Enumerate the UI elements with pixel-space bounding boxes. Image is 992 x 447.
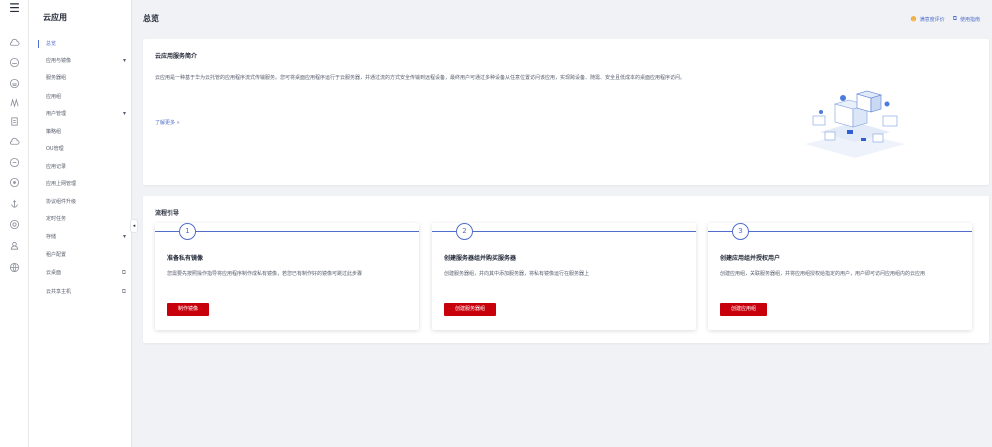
sidebar-item-app-groups[interactable]: 应用组 bbox=[46, 91, 132, 103]
sidebar-title: 云应用 bbox=[43, 13, 67, 22]
document-icon[interactable] bbox=[9, 116, 20, 127]
sidebar: 云应用 总览 应用与镜像 ▾ 服务器组 应用组 用户管理 ▾ 策略组 OU管理 应用… bbox=[29, 0, 132, 447]
chevron-down-icon: ▾ bbox=[122, 233, 126, 240]
step-number: 3 bbox=[732, 223, 749, 240]
sidebar-item-label: OU管理 bbox=[46, 146, 64, 152]
create-image-button[interactable]: 制作镜像 bbox=[167, 303, 210, 316]
step-title: 创建应用组并授权用户 bbox=[720, 255, 781, 262]
step-number: 2 bbox=[456, 223, 473, 240]
anchor-icon[interactable] bbox=[9, 198, 20, 209]
sidebar-item-label: 租户配置 bbox=[46, 252, 67, 258]
cloud-icon[interactable] bbox=[9, 177, 20, 188]
sidebar-item-overview[interactable]: 总览 bbox=[38, 38, 132, 50]
sidebar-item-label: 策略组 bbox=[46, 129, 62, 135]
sidebar-item-scheduled-tasks[interactable]: 定时任务 bbox=[46, 213, 132, 225]
create-app-group-button[interactable]: 创建应用组 bbox=[720, 303, 768, 316]
flow-guide-card: 流程引导 1 准备私有镜像 您需要先按照操作指导将应用程序制作成私有镜像，若您已… bbox=[143, 196, 989, 343]
sidebar-item-label: 定时任务 bbox=[46, 216, 67, 222]
sidebar-item-ou-management[interactable]: OU管理 bbox=[46, 143, 132, 155]
user-guide-link[interactable]: ⧉ 使用指南 bbox=[953, 15, 980, 23]
step-card: 2 创建服务器组并购买服务器 创建服务器组，并向其中添加服务器，将私有镜像运行在… bbox=[432, 223, 696, 330]
cloud-icon[interactable] bbox=[9, 78, 20, 89]
sidebar-item-label: 应用组 bbox=[46, 94, 62, 100]
chevron-down-icon: ▾ bbox=[122, 57, 126, 64]
step-card: 3 创建应用组并授权用户 创建应用组，关联服务器组，并将应用组授权给指定的用户，… bbox=[708, 223, 972, 330]
external-link-icon: ⧉ bbox=[121, 269, 126, 276]
sidebar-item-label: 用户管理 bbox=[46, 111, 67, 117]
user-guide-label: 使用指南 bbox=[959, 16, 980, 23]
sidebar-item-shared-host[interactable]: 云共享主机 ⧉ bbox=[46, 286, 132, 298]
sidebar-item-apps-images[interactable]: 应用与镜像 ▾ bbox=[46, 55, 132, 67]
sidebar-item-label: 总览 bbox=[46, 41, 57, 47]
learn-more-link[interactable]: 了解更多 » bbox=[155, 119, 180, 126]
smiley-icon: ☻ bbox=[910, 15, 917, 23]
user-icon[interactable] bbox=[9, 240, 20, 251]
cloud-icon[interactable] bbox=[9, 157, 20, 168]
feedback-link[interactable]: ☻ 满意度评价 bbox=[910, 16, 944, 23]
sidebar-collapse-button[interactable]: ◂ bbox=[130, 219, 138, 233]
sidebar-item-user-management[interactable]: 用户管理 ▾ bbox=[46, 108, 132, 120]
step-description: 您需要先按照操作指导将应用程序制作成私有镜像，若您已有制作好的镜像可跳过此步骤 bbox=[167, 271, 363, 277]
cloud-icon[interactable] bbox=[9, 136, 20, 147]
sidebar-item-protocol-upgrade[interactable]: 协议组件升级 bbox=[46, 196, 132, 208]
sidebar-item-storage[interactable]: 存储 ▾ bbox=[46, 231, 132, 243]
intro-card: 云应用服务简介 云应用是一种基于华为云托管的应用程序流式传输服务。您可将桌面应用… bbox=[143, 39, 989, 185]
step-title: 创建服务器组并购买服务器 bbox=[444, 255, 517, 262]
sidebar-item-label: 协议组件升级 bbox=[46, 199, 77, 205]
feedback-label: 满意度评价 bbox=[919, 16, 945, 23]
sidebar-item-label: 服务器组 bbox=[46, 75, 67, 81]
step-card: 1 准备私有镜像 您需要先按照操作指导将应用程序制作成私有镜像，若您已有制作好的… bbox=[155, 223, 419, 330]
sidebar-item-label: 应用与镜像 bbox=[46, 58, 72, 64]
settings-icon[interactable] bbox=[9, 219, 20, 230]
sidebar-item-label: 应用记录 bbox=[46, 164, 67, 170]
sidebar-item-app-records[interactable]: 应用记录 bbox=[46, 161, 132, 173]
chevron-down-icon: ▾ bbox=[122, 110, 126, 117]
sidebar-item-tenant-config[interactable]: 租户配置 bbox=[46, 249, 132, 261]
sidebar-item-internet-access[interactable]: 应用上网管理 bbox=[46, 178, 132, 190]
step-description: 创建应用组，关联服务器组，并将应用组授权给指定的用户，用户即可访问应用组内的云应… bbox=[720, 271, 926, 277]
sidebar-item-cloud-desktop[interactable]: 云桌面 ⧉ bbox=[46, 267, 132, 279]
network-icon[interactable] bbox=[9, 97, 20, 108]
sidebar-item-policy-groups[interactable]: 策略组 bbox=[46, 126, 132, 138]
step-description: 创建服务器组，并向其中添加服务器，将私有镜像运行在服务器上 bbox=[444, 271, 590, 277]
create-server-group-button[interactable]: 创建服务器组 bbox=[444, 303, 497, 316]
external-link-icon: ⧉ bbox=[121, 288, 126, 295]
header-links: ☻ 满意度评价 ⧉ 使用指南 bbox=[910, 15, 980, 23]
hamburger-menu-icon[interactable]: ☰ bbox=[9, 2, 20, 14]
sidebar-item-label: 云共享主机 bbox=[46, 289, 72, 295]
icon-rail: ☰ bbox=[0, 0, 29, 447]
cloud-icon[interactable] bbox=[9, 57, 20, 68]
sidebar-item-server-groups[interactable]: 服务器组 bbox=[46, 72, 132, 84]
intro-description: 云应用是一种基于华为云托管的应用程序流式传输服务。您可将桌面应用程序运行于云服务… bbox=[155, 75, 686, 81]
step-number: 1 bbox=[179, 223, 196, 240]
sidebar-item-label: 云桌面 bbox=[46, 270, 62, 276]
globe-icon[interactable] bbox=[9, 262, 20, 273]
cloud-icon[interactable] bbox=[9, 37, 20, 48]
sidebar-item-label: 存储 bbox=[46, 234, 57, 240]
intro-title: 云应用服务简介 bbox=[155, 53, 198, 60]
cloud-app-illustration bbox=[805, 90, 905, 158]
guide-icon: ⧉ bbox=[952, 15, 957, 22]
flow-guide-title: 流程引导 bbox=[155, 210, 180, 217]
page-title: 总览 bbox=[143, 14, 159, 23]
step-title: 准备私有镜像 bbox=[167, 255, 204, 262]
sidebar-item-label: 应用上网管理 bbox=[46, 181, 77, 187]
